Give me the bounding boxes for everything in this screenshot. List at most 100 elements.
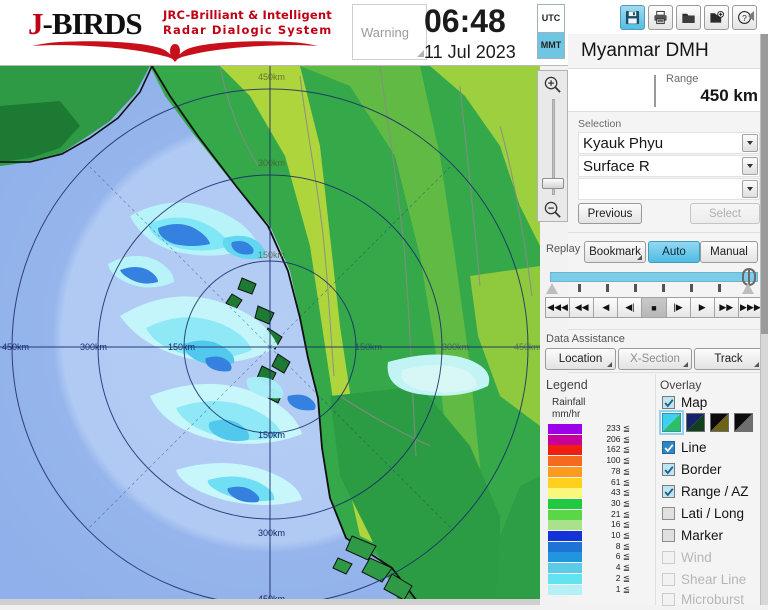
legend-color-swatch [548, 477, 582, 488]
header-toolbar: ? [620, 2, 757, 32]
radar-canvas[interactable]: 450km 300km 150km 150km 300km 450km 450k… [0, 66, 540, 605]
replay-end-marker-icon [742, 283, 754, 294]
radar-map[interactable]: 450km 300km 150km 150km 300km 450km 450k… [0, 66, 540, 605]
overlay-microburst: Microburst [662, 589, 766, 610]
zoom-slider-thumb[interactable] [542, 178, 564, 189]
dropdown-corner-icon[interactable] [607, 362, 612, 367]
checkbox-line[interactable] [662, 441, 675, 454]
open-folder-icon[interactable] [676, 4, 701, 30]
legend-color-swatch [548, 498, 582, 509]
collapse-panel-icon[interactable] [748, 11, 754, 21]
site-select-value: Kyauk Phyu [583, 135, 664, 152]
elevation-select[interactable] [578, 178, 760, 200]
checkbox-map[interactable] [662, 396, 675, 409]
overlay-line-label: Line [681, 440, 707, 455]
dropdown-corner-icon[interactable] [754, 362, 759, 367]
location-button[interactable]: Location [545, 348, 616, 370]
overlay-line[interactable]: Line [662, 437, 766, 458]
legend-color-swatch [548, 434, 582, 445]
timezone-utc-option[interactable]: UTC [538, 5, 564, 32]
bookmark-button[interactable]: Bookmark [584, 241, 646, 263]
replay-tick [634, 284, 637, 292]
bird-logo-icon [32, 41, 318, 62]
legend-color-swatch [548, 573, 582, 584]
map-style-gray[interactable] [734, 413, 753, 432]
replay-tick [606, 284, 609, 292]
overlay-lati-long[interactable]: Lati / Long [662, 503, 766, 524]
panel-scrollbar-thumb[interactable] [761, 34, 768, 334]
overlay-map[interactable]: Map [662, 392, 766, 413]
legend-color-swatch [548, 424, 582, 434]
legend-value: 16 ≦ [611, 519, 630, 530]
dropdown-corner-icon[interactable] [683, 362, 688, 367]
legend-value: 43 ≦ [611, 487, 630, 498]
warning-label: Warning [361, 25, 409, 40]
overlay-border[interactable]: Border [662, 459, 766, 480]
location-button-label: Location [558, 353, 603, 365]
checkbox-lati-long[interactable] [662, 507, 675, 520]
product-select-value: Surface R [583, 158, 650, 175]
map-zoom-control[interactable] [537, 70, 568, 222]
overlay-marker[interactable]: Marker [662, 525, 766, 546]
map-style-dark-blue[interactable] [686, 413, 705, 432]
map-style-olive[interactable] [710, 413, 729, 432]
warning-panel[interactable]: Warning [352, 4, 427, 60]
data-assistance-label: Data Assistance [546, 333, 625, 345]
track-button-label: Track [714, 353, 743, 365]
legend-unit-line1: Rainfall [552, 397, 586, 408]
chevron-down-icon[interactable] [742, 134, 758, 152]
skip-to-start-button[interactable]: ◀◀◀ [545, 297, 571, 318]
replay-tick [578, 284, 581, 292]
replay-slider-track[interactable] [550, 272, 758, 282]
replay-tick [662, 284, 665, 292]
step-back-button[interactable]: ◀ [594, 297, 619, 318]
chevron-down-icon[interactable] [742, 157, 758, 175]
auto-button[interactable]: Auto [648, 241, 700, 263]
range-divider [654, 75, 656, 107]
legend-value: 100 ≦ [606, 455, 630, 466]
rewind-button[interactable]: ◀◀ [570, 297, 595, 318]
play-button[interactable]: ▶ [690, 297, 715, 318]
range-label-150km-east: 150km [355, 342, 382, 352]
dropdown-corner-icon[interactable] [637, 255, 642, 260]
check-icon [664, 443, 674, 452]
checkbox-range-az[interactable] [662, 485, 675, 498]
check-icon [664, 487, 674, 496]
zoom-in-icon[interactable] [541, 73, 564, 96]
legend-color-swatch [548, 488, 582, 499]
clock-date: 11 Jul 2023 [424, 42, 516, 62]
replay-start-marker-icon [546, 283, 558, 294]
overlay-range-az-label: Range / AZ [681, 484, 749, 499]
resize-corner-icon[interactable] [417, 50, 424, 57]
site-select[interactable]: Kyauk Phyu [578, 132, 760, 154]
legend-color-swatch [548, 541, 582, 552]
range-value: 450 km [700, 86, 758, 105]
legend-color-swatch [548, 552, 582, 563]
print-icon[interactable] [648, 4, 673, 30]
x-section-button[interactable]: X-Section [618, 348, 692, 370]
fast-forward-button[interactable]: ▶▶ [714, 297, 739, 318]
checkbox-marker[interactable] [662, 529, 675, 542]
map-hscrollbar[interactable] [0, 599, 540, 605]
overlay-range-az[interactable]: Range / AZ [662, 481, 766, 502]
manual-button[interactable]: Manual [700, 241, 758, 263]
previous-frame-button[interactable]: ◀| [618, 297, 643, 318]
previous-button[interactable]: Previous [578, 203, 642, 224]
track-button[interactable]: Track [694, 348, 763, 370]
timezone-mmt-option[interactable]: MMT [538, 31, 564, 58]
checkbox-microburst [662, 593, 675, 606]
panel-scrollbar[interactable] [760, 34, 768, 605]
overlay-wind-label: Wind [681, 550, 712, 565]
timezone-toggle[interactable]: UTC MMT [537, 4, 565, 59]
next-frame-button[interactable]: |▶ [666, 297, 691, 318]
product-select[interactable]: Surface R [578, 155, 760, 177]
legend-unit-line2: mm/hr [552, 409, 581, 420]
zoom-out-icon[interactable] [541, 198, 564, 221]
checkbox-border[interactable] [662, 463, 675, 476]
folder-add-icon[interactable] [704, 4, 729, 30]
save-icon[interactable] [620, 4, 645, 30]
legend-value: 4 ≦ [615, 562, 630, 573]
chevron-down-icon[interactable] [742, 180, 758, 198]
map-style-terrain[interactable] [659, 410, 684, 435]
stop-button[interactable]: ■ [642, 297, 667, 318]
